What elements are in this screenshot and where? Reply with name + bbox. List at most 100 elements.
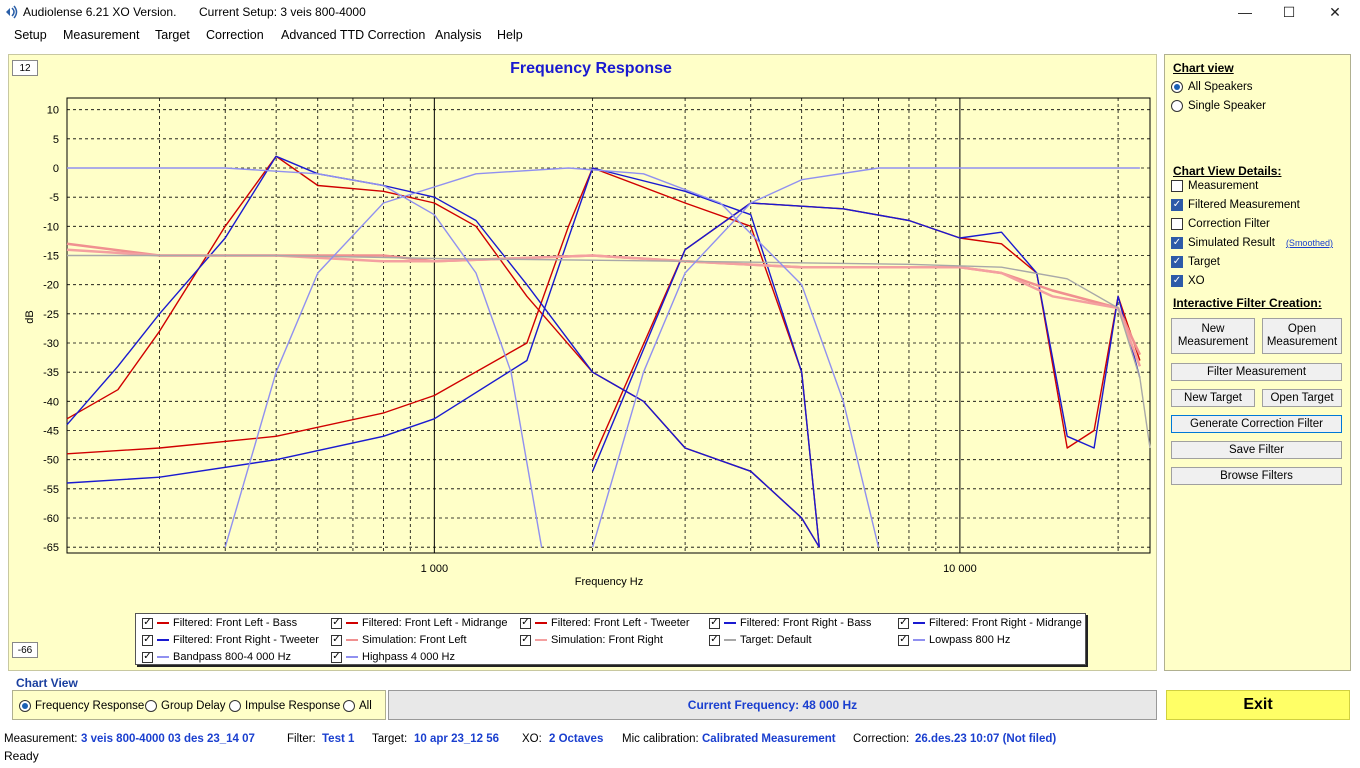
x-tick-label: 1 000: [421, 563, 449, 575]
legend-checkbox[interactable]: ✓: [898, 634, 909, 646]
legend-item[interactable]: ✓ Filtered: Front Left - Tweeter: [520, 617, 690, 629]
legend-checkbox[interactable]: ✓: [520, 617, 531, 629]
checkbox-checked[interactable]: ✓: [1171, 256, 1183, 268]
measurement-checkbox[interactable]: Measurement: [1171, 180, 1258, 192]
target-checkbox[interactable]: ✓ Target: [1171, 256, 1220, 268]
chart-view-options: Frequency Response Group Delay Impulse R…: [12, 690, 386, 720]
legend-swatch: [346, 639, 358, 641]
target-status-label: Target:: [372, 733, 408, 745]
open-target-button[interactable]: Open Target: [1262, 389, 1342, 407]
legend-checkbox[interactable]: ✓: [520, 634, 531, 646]
xo-checkbox[interactable]: ✓ XO: [1171, 275, 1205, 287]
checkbox-unchecked[interactable]: [1171, 180, 1183, 192]
legend-checkbox[interactable]: ✓: [898, 617, 909, 629]
legend-item[interactable]: ✓ Simulation: Front Left: [331, 634, 467, 646]
checkbox-checked[interactable]: ✓: [1171, 199, 1183, 211]
single-speaker-radio[interactable]: Single Speaker: [1171, 100, 1266, 112]
x-axis-label: Frequency Hz: [575, 576, 643, 588]
legend-checkbox[interactable]: ✓: [331, 634, 342, 646]
menu-correction[interactable]: Correction: [206, 28, 264, 42]
menu-measurement[interactable]: Measurement: [63, 28, 139, 42]
plot-area: [66, 97, 1151, 554]
legend-checkbox[interactable]: ✓: [709, 617, 720, 629]
y-tick-label: -55: [43, 484, 59, 496]
checkbox-unchecked[interactable]: [1171, 218, 1183, 230]
legend-item[interactable]: ✓ Filtered: Front Right - Bass: [709, 617, 871, 629]
legend-item[interactable]: ✓ Filtered: Front Left - Bass: [142, 617, 297, 629]
legend-item[interactable]: ✓ Target: Default: [709, 634, 812, 646]
legend-checkbox[interactable]: ✓: [709, 634, 720, 646]
simulated-result-checkbox[interactable]: ✓ Simulated Result (Smoothed): [1171, 237, 1333, 249]
current-setup: Current Setup: 3 veis 800-4000: [199, 5, 366, 19]
filter-status-value: Test 1: [322, 733, 355, 745]
group-delay-radio[interactable]: Group Delay: [145, 700, 226, 712]
app-title: Audiolense 6.21 XO Version.: [23, 5, 177, 19]
legend-item[interactable]: ✓ Filtered: Front Right - Midrange: [898, 617, 1082, 629]
correction-status-label: Correction:: [853, 733, 910, 745]
save-filter-button[interactable]: Save Filter: [1171, 441, 1342, 459]
legend-checkbox[interactable]: ✓: [142, 617, 153, 629]
checkbox-checked[interactable]: ✓: [1171, 237, 1183, 249]
filter-measurement-button[interactable]: Filter Measurement: [1171, 363, 1342, 381]
legend-swatch: [157, 622, 169, 624]
frequency-response-radio[interactable]: Frequency Response: [19, 700, 144, 712]
y-tick-label: -60: [43, 513, 59, 525]
legend-item[interactable]: ✓ Highpass 4 000 Hz: [331, 651, 455, 663]
y-tick-label: -25: [43, 309, 59, 321]
simulated-result-label: Simulated Result: [1188, 237, 1275, 249]
chart-title: Frequency Response: [510, 60, 672, 77]
measurement-status-label: Measurement:: [4, 733, 78, 745]
all-radio[interactable]: All: [343, 700, 372, 712]
menu-help[interactable]: Help: [497, 28, 523, 42]
menu-advanced-ttd-correction[interactable]: Advanced TTD Correction: [281, 28, 425, 42]
legend-checkbox[interactable]: ✓: [142, 651, 153, 663]
menu-analysis[interactable]: Analysis: [435, 28, 482, 42]
legend-item[interactable]: ✓ Lowpass 800 Hz: [898, 634, 1010, 646]
open-measurement-button[interactable]: Open Measurement: [1262, 318, 1342, 354]
y-tick-label: -45: [43, 426, 59, 438]
legend-item[interactable]: ✓ Simulation: Front Right: [520, 634, 663, 646]
legend-item[interactable]: ✓ Filtered: Front Left - Midrange: [331, 617, 508, 629]
legend-swatch: [535, 622, 547, 624]
legend-swatch: [346, 622, 358, 624]
legend-checkbox[interactable]: ✓: [331, 651, 342, 663]
generate-correction-filter-button[interactable]: Generate Correction Filter: [1171, 415, 1342, 433]
radio-unselected[interactable]: [145, 700, 157, 712]
legend-item[interactable]: ✓ Bandpass 800-4 000 Hz: [142, 651, 291, 663]
menu-target[interactable]: Target: [155, 28, 190, 42]
impulse-response-radio[interactable]: Impulse Response: [229, 700, 340, 712]
smoothed-link[interactable]: (Smoothed): [1286, 238, 1333, 248]
minimize-button[interactable]: —: [1222, 0, 1268, 24]
maximize-button[interactable]: ☐: [1266, 0, 1312, 24]
legend-label: Simulation: Front Left: [362, 634, 467, 646]
filtered-measurement-checkbox[interactable]: ✓ Filtered Measurement: [1171, 199, 1300, 211]
legend-item[interactable]: ✓ Filtered: Front Right - Tweeter: [142, 634, 319, 646]
all-speakers-label: All Speakers: [1188, 81, 1253, 93]
legend-swatch: [157, 656, 169, 658]
radio-selected[interactable]: [19, 700, 31, 712]
legend-label: Filtered: Front Right - Midrange: [929, 617, 1082, 629]
correction-filter-checkbox[interactable]: Correction Filter: [1171, 218, 1270, 230]
title-bar: Audiolense 6.21 XO Version. Current Setu…: [0, 0, 1360, 24]
radio-selected[interactable]: [1171, 81, 1183, 93]
checkbox-checked[interactable]: ✓: [1171, 275, 1183, 287]
new-measurement-button[interactable]: New Measurement: [1171, 318, 1255, 354]
radio-unselected[interactable]: [343, 700, 355, 712]
y-tick-label: -20: [43, 280, 59, 292]
legend-checkbox[interactable]: ✓: [142, 634, 153, 646]
legend-swatch: [346, 656, 358, 658]
all-speakers-radio[interactable]: All Speakers: [1171, 81, 1253, 93]
correction-filter-label: Correction Filter: [1188, 218, 1270, 230]
target-status-value: 10 apr 23_12 56: [414, 733, 500, 745]
browse-filters-button[interactable]: Browse Filters: [1171, 467, 1342, 485]
chart-panel: 12 -66 Frequency Response 10 5 0 -5 -10 -15 -2…: [8, 54, 1157, 671]
exit-button[interactable]: Exit: [1166, 690, 1350, 720]
menu-setup[interactable]: Setup: [14, 28, 47, 42]
close-button[interactable]: ✕: [1312, 0, 1358, 24]
legend-checkbox[interactable]: ✓: [331, 617, 342, 629]
xo-status-label: XO:: [522, 733, 542, 745]
new-target-button[interactable]: New Target: [1171, 389, 1255, 407]
frequency-response-chart[interactable]: Frequency Response 10 5 0 -5 -10 -15 -20 -25 -30…: [9, 55, 1158, 672]
radio-unselected[interactable]: [1171, 100, 1183, 112]
radio-unselected[interactable]: [229, 700, 241, 712]
